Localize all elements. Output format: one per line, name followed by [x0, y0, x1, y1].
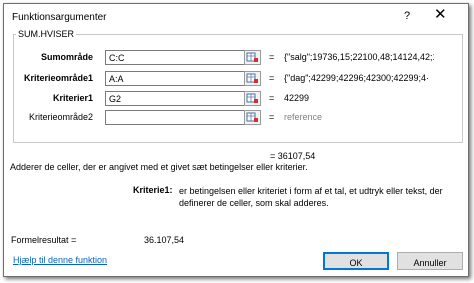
dialog-title: Funktionsargumenter	[12, 12, 107, 23]
range-select-icon	[246, 112, 258, 122]
close-icon[interactable]: ✕	[434, 7, 447, 22]
equals-sign: =	[269, 93, 275, 103]
formula-value: = 36107,54	[270, 151, 316, 161]
arg-input-sumomrade[interactable]	[105, 50, 246, 65]
arg-label-kriterier1: Kriterier1	[52, 93, 93, 103]
arg-result-kriterieomrade2: reference	[284, 112, 323, 122]
arg-result-sumomrade: {"salg";19736,15;22100,48;14124,42;1·	[284, 52, 434, 62]
equals-sign: =	[269, 52, 275, 62]
title-bar[interactable]: Funktionsargumenter ? ✕	[4, 4, 468, 30]
arg-input-kriterieomrade1[interactable]	[105, 71, 246, 86]
collapse-dialog-button-4[interactable]	[244, 110, 261, 125]
arg-result-kriterier1: 42299	[284, 93, 310, 103]
arg-input-kriterier1[interactable]	[105, 91, 246, 106]
collapse-dialog-button-2[interactable]	[244, 71, 261, 86]
arg-result-kriterieomrade1: {"dag";42299;42296;42300;42299;4·	[284, 73, 430, 83]
function-name: SUM.HVISER	[16, 29, 77, 39]
ok-button[interactable]: OK	[323, 252, 389, 270]
range-select-icon	[246, 93, 258, 103]
equals-sign: =	[269, 112, 275, 122]
range-select-icon	[246, 52, 258, 62]
formula-result-value: 36.107,54	[144, 235, 185, 245]
function-description: Adderer de celler, der er angivet med et…	[10, 162, 308, 172]
collapse-dialog-button-1[interactable]	[244, 50, 261, 65]
arg-label-kriterieomrade1: Kriterieområde1	[23, 73, 93, 83]
arg-label-kriterieomrade2: Kriterieområde2	[28, 112, 93, 122]
argument-help-label: Kriterie1:	[133, 185, 173, 195]
function-arguments-dialog: Funktionsargumenter ? ✕ SUM.HVISER Sumom…	[3, 3, 469, 277]
formula-result-label: Formelresultat =	[11, 235, 77, 245]
arg-label-sumomrade: Sumområde	[40, 52, 93, 62]
argument-help-text: er betingelsen eller kriteriet i form af…	[179, 186, 443, 208]
range-select-icon	[246, 73, 258, 83]
collapse-dialog-button-3[interactable]	[244, 91, 261, 106]
help-icon[interactable]: ?	[404, 10, 410, 22]
equals-sign: =	[269, 73, 275, 83]
help-link[interactable]: Hjælp til denne funktion	[13, 255, 107, 265]
cancel-button[interactable]: Annuller	[397, 252, 463, 270]
arg-input-kriterieomrade2[interactable]	[105, 110, 246, 125]
